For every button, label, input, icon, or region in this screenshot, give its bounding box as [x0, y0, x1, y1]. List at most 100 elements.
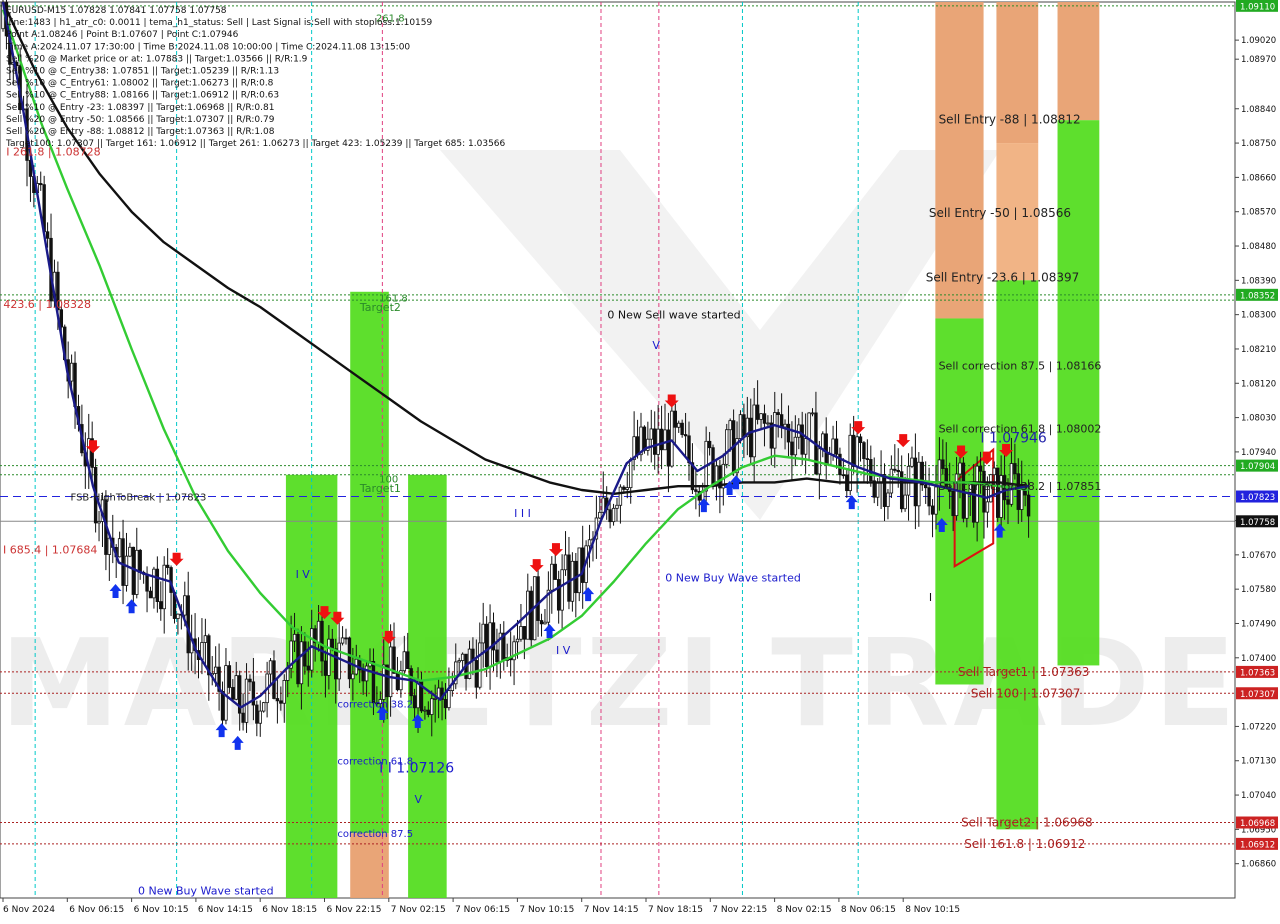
chart-annotation: Sell Entry -88 | 1.08812 [939, 112, 1081, 126]
price-tag-label: 1.07758 [1240, 518, 1275, 528]
candle-body [923, 484, 928, 489]
price-tick-label: 1.07580 [1241, 585, 1276, 595]
price-tick-label: 1.08120 [1241, 379, 1276, 389]
candle-body [762, 413, 767, 424]
chart-annotation: 0 New Buy Wave started [138, 884, 274, 897]
candle-body [519, 626, 523, 640]
candle-body [875, 482, 880, 498]
time-tick-label: 6 Nov 2024 [3, 905, 55, 915]
info-line: Sell %10 @ C_Entry88: 1.08166 || Target:… [6, 91, 279, 101]
candle-body [371, 661, 376, 704]
candle-body [220, 691, 225, 721]
candle-body [958, 462, 962, 475]
candle-body [316, 620, 321, 644]
candle-body [310, 628, 314, 671]
candle-body [128, 546, 132, 557]
time-tick-label: 6 Nov 06:15 [69, 905, 124, 915]
candle-body [927, 487, 931, 507]
candle-body [766, 422, 770, 425]
info-panel: EURUSD-M15 1.07828 1.07841 1.07758 1.077… [5, 6, 506, 149]
chart-annotation: Sell Target1 | 1.07363 [958, 665, 1090, 679]
candle-body [361, 669, 365, 682]
candle-body [176, 613, 180, 619]
candle-body [97, 521, 101, 524]
chart-annotation: correction 87.5 [337, 829, 413, 840]
chart-annotation: I V [556, 644, 571, 657]
candle-body [203, 635, 208, 643]
price-tag-label: 1.08352 [1240, 291, 1275, 301]
candle-body [337, 642, 341, 680]
chart-annotation: 0 New Sell wave started [607, 309, 740, 322]
candle-body [382, 664, 386, 700]
candle-body [124, 555, 129, 586]
candle-body [443, 699, 448, 709]
candle-body [162, 564, 166, 610]
price-tick-label: 1.07490 [1241, 619, 1276, 629]
price-chart[interactable]: MARKETZI TRADE Sell Entry -88 | 1.08812 S… [0, 0, 1280, 920]
candle-body [131, 546, 136, 595]
candle-body [683, 434, 688, 437]
sell-arrow-icon [529, 559, 544, 573]
candle-body [351, 673, 355, 680]
candle-body [635, 436, 640, 456]
candle-body [148, 590, 153, 599]
price-tick-label: 1.07220 [1241, 722, 1276, 732]
zone-rect [1057, 2, 1100, 121]
candle-body [165, 564, 170, 568]
candle-body [135, 549, 139, 595]
candle-body [889, 468, 894, 494]
candle-body [515, 638, 520, 643]
candle-body [550, 563, 554, 591]
candle-body [783, 423, 787, 428]
zone-rect [350, 833, 389, 898]
candle-body [392, 646, 396, 674]
candle-body [755, 404, 760, 420]
candle-body [234, 675, 238, 700]
candle-body [275, 698, 280, 702]
zone-rect [1057, 120, 1100, 666]
price-tick-label: 1.08480 [1241, 242, 1276, 252]
candle-body [567, 554, 571, 602]
candle-body [299, 641, 304, 685]
candle-body [653, 428, 657, 455]
candle-body [725, 429, 729, 465]
candle-body [347, 637, 352, 680]
candle-body [628, 459, 633, 489]
info-line: Sell %20 @ Entry -88: 1.08812 || Target:… [6, 127, 275, 137]
info-line: Target100: 1.07307 || Target 161: 1.0691… [5, 139, 506, 149]
candle-body [649, 428, 653, 440]
candle-body [615, 504, 619, 509]
sell-arrow-icon [169, 552, 184, 566]
zone-rect [350, 291, 389, 834]
candle-body [481, 623, 485, 644]
candle-body [323, 660, 328, 676]
candle-body [138, 549, 142, 573]
candle-body [258, 710, 262, 724]
candle-body [611, 507, 616, 523]
price-tag-label: 1.07363 [1240, 668, 1275, 678]
price-tick-label: 1.08570 [1241, 208, 1276, 218]
candle-body [598, 511, 602, 519]
price-tag-label: 1.07904 [1240, 462, 1275, 472]
candle-body [488, 622, 492, 668]
candle-body [495, 649, 499, 663]
candle-body [320, 620, 324, 662]
chart-annotation: I 1.07946 [980, 431, 1047, 447]
time-tick-label: 8 Nov 06:15 [841, 905, 896, 915]
chart-annotation: correction 38.2 [337, 700, 413, 711]
candle-body [749, 417, 753, 458]
candle-body [344, 637, 348, 640]
time-tick-label: 7 Nov 02:15 [391, 905, 446, 915]
candle-body [827, 453, 832, 466]
info-line: Time A:2024.11.07 17:30:00 | Time B:2024… [5, 42, 410, 52]
candle-body [364, 665, 369, 682]
candle-body [934, 486, 938, 515]
time-tick-label: 7 Nov 14:15 [584, 905, 639, 915]
candle-body [728, 420, 732, 431]
candle-body [666, 429, 671, 467]
chart-annotation: I 423.6 | 1.08328 [0, 298, 91, 311]
price-tick-label: 1.07940 [1241, 448, 1276, 458]
candle-body [213, 666, 218, 674]
candle-body [45, 231, 50, 239]
candle-body [779, 414, 784, 428]
